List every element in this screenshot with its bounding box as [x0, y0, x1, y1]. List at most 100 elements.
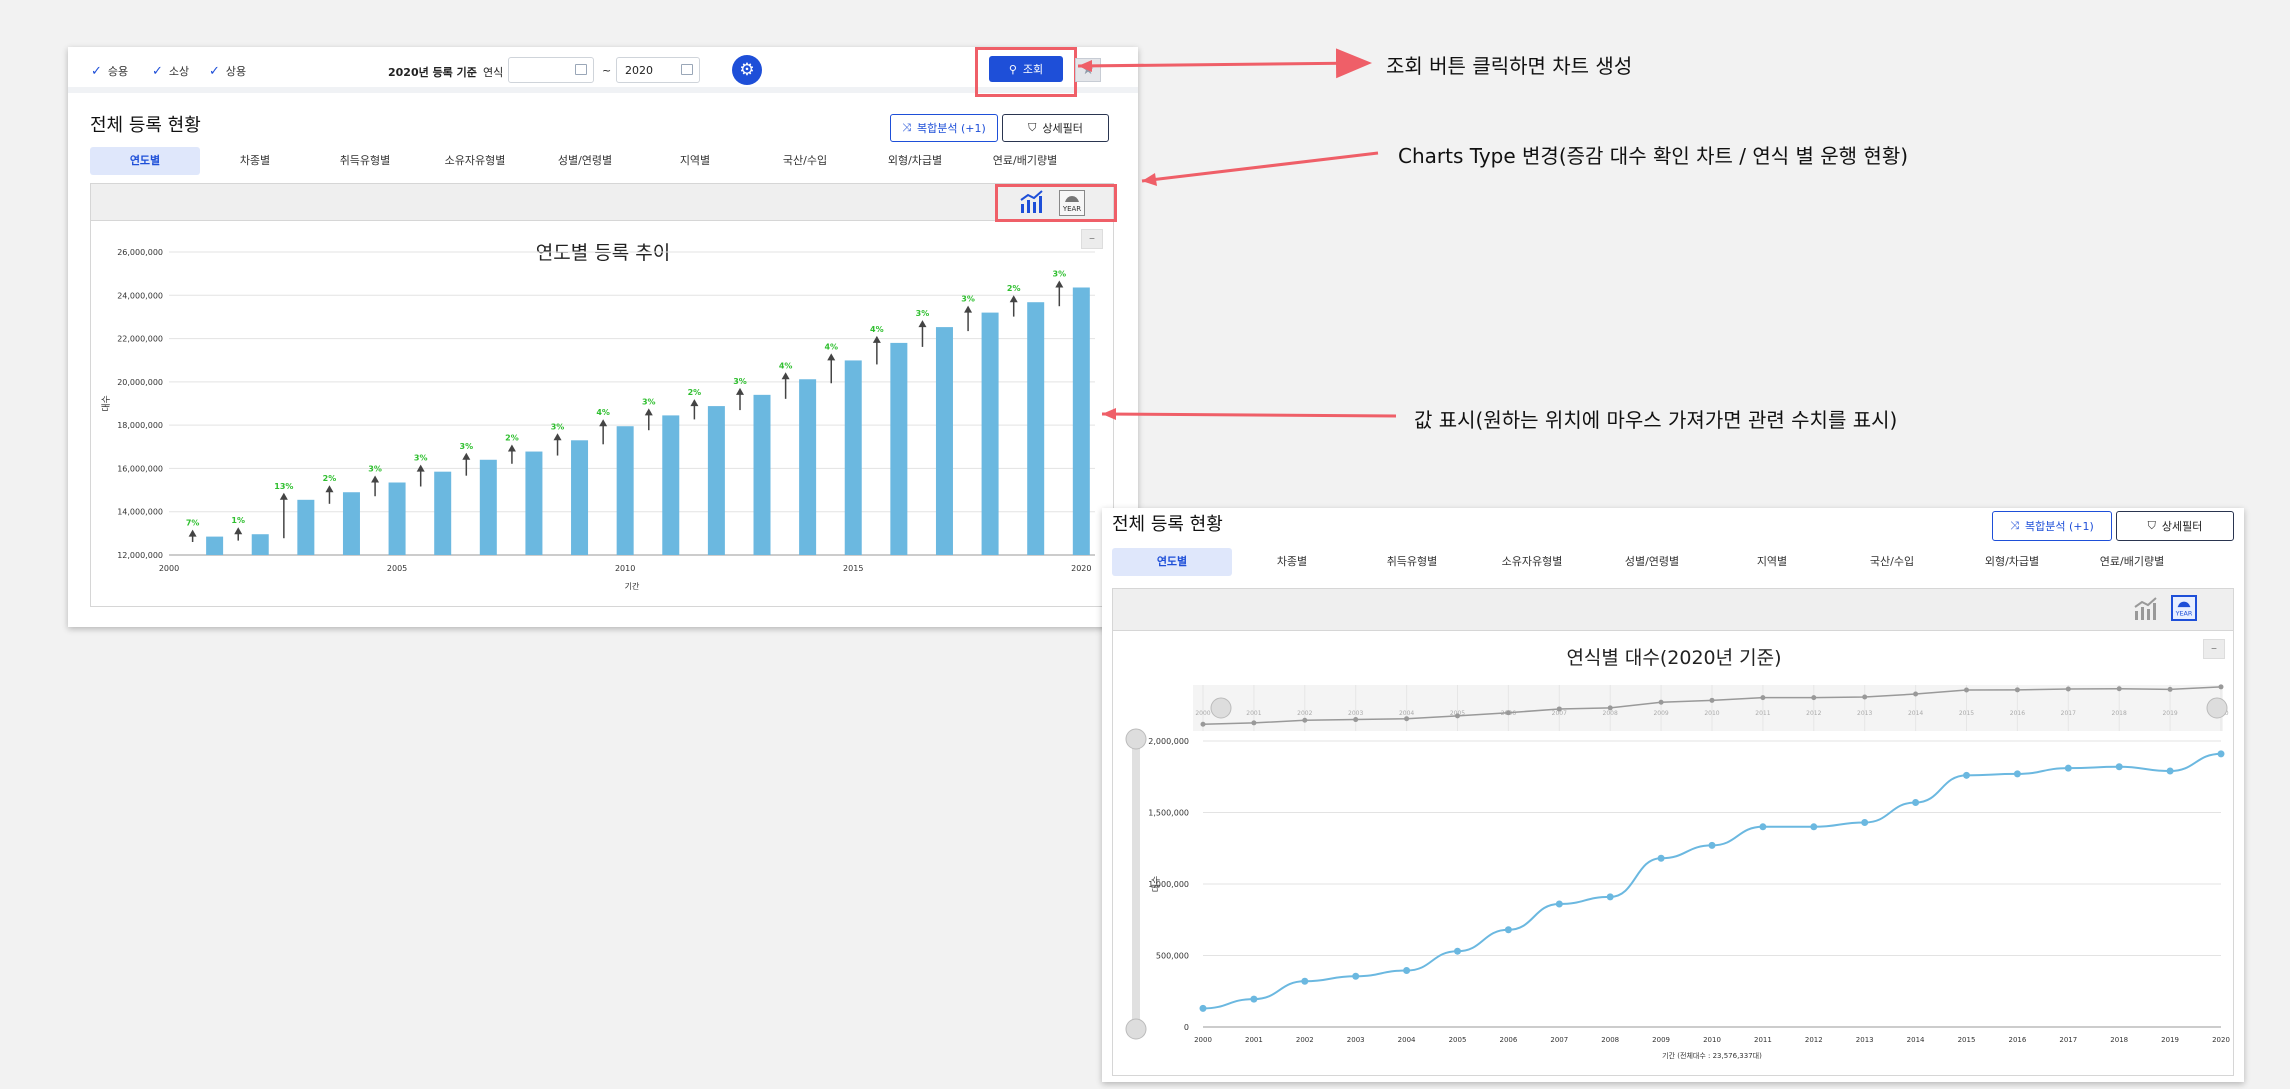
growth-label: 3%: [1053, 269, 1067, 278]
line-chart[interactable]: 2000 2001 2002 2003 2004 2005 2006 2007 2008 2009…: [1113, 589, 2235, 1077]
navigator-tick-label: 2013: [1857, 710, 1872, 717]
growth-label: 1%: [231, 516, 245, 525]
growth-arrow-head: [872, 335, 881, 343]
growth-arrow-head: [279, 492, 288, 500]
navigator-tick-label: 2004: [1399, 710, 1414, 717]
x-tick-label: 2018: [2110, 1036, 2128, 1044]
combined-analysis-button[interactable]: ⤨ 복합분석 (+1): [890, 114, 998, 142]
growth-label: 4%: [596, 408, 610, 417]
x-tick-label: 2014: [1907, 1036, 1925, 1044]
data-point: [1963, 771, 1970, 779]
growth-arrow-head: [964, 305, 973, 313]
tab-7[interactable]: 외형/차급별: [860, 147, 970, 175]
arrow-head: [1142, 173, 1157, 186]
model-year-label: 연식: [483, 66, 504, 79]
search-icon: ⚲: [1008, 62, 1017, 76]
bar: [981, 312, 999, 555]
navigator-point: [1404, 716, 1410, 722]
growth-arrow-head: [781, 372, 790, 380]
combined-analysis-button[interactable]: ⤨ 복합분석 (+1): [1992, 511, 2112, 541]
bar: [935, 327, 953, 555]
bar: [206, 536, 224, 555]
tab-6[interactable]: 국산/수입: [1832, 548, 1952, 576]
bar: [571, 440, 589, 555]
growth-label: 3%: [551, 422, 565, 431]
data-point: [1606, 893, 1614, 901]
tab-3[interactable]: 소유자유형별: [420, 147, 530, 175]
detail-filter-button[interactable]: ⛉ 상세필터: [1002, 114, 1109, 142]
annotation-arrow: [1141, 151, 1379, 183]
tab-4[interactable]: 성별/연령별: [1592, 548, 1712, 576]
growth-arrow-head: [1009, 295, 1018, 303]
navigator-point: [1505, 710, 1511, 716]
tab-1[interactable]: 차종별: [1232, 548, 1352, 576]
calendar-icon: [575, 64, 587, 75]
growth-arrow-head: [371, 475, 380, 483]
navigator-tick-label: 2019: [2162, 710, 2177, 717]
y-tick-label: 20,000,000: [117, 378, 163, 387]
tab-0[interactable]: 연도별: [90, 147, 200, 175]
checkbox-commercial[interactable]: ✓ 상용: [209, 63, 246, 79]
data-point: [2064, 764, 2072, 772]
tab-6[interactable]: 국산/수입: [750, 147, 860, 175]
vertical-scrollbar: [1132, 739, 1140, 1029]
tab-1[interactable]: 차종별: [200, 147, 310, 175]
tab-2[interactable]: 취득유형별: [310, 147, 420, 175]
navigator-tick-label: 2011: [1755, 710, 1770, 717]
tab-8[interactable]: 연료/배기량별: [970, 147, 1080, 175]
y-tick-label: 24,000,000: [117, 291, 163, 300]
navigator-tick-label: 2017: [2061, 710, 2076, 717]
search-button[interactable]: ⚲ 조회: [989, 56, 1063, 82]
navigator-point: [2116, 686, 2122, 692]
tab-2[interactable]: 취득유형별: [1352, 548, 1472, 576]
tab-4[interactable]: 성별/연령별: [530, 147, 640, 175]
growth-label: 4%: [824, 342, 838, 351]
bar-chart[interactable]: 12,000,000 14,000,000 16,000,000 18,000,000…: [91, 184, 1115, 608]
filter-icon: ⛉: [1028, 121, 1037, 134]
registration-panel-line: 전체 등록 현황 ⤨ 복합분석 (+1) ⛉ 상세필터 연도별 차종별 취득유형별 소유자…: [1102, 508, 2244, 1082]
x-tick-label: 2013: [1856, 1036, 1874, 1044]
data-point: [1861, 819, 1869, 827]
growth-arrow-head: [690, 399, 699, 407]
navigator-tick-label: 2003: [1348, 710, 1363, 717]
section-title: 전체 등록 현황: [90, 115, 201, 136]
tab-8[interactable]: 연료/배기량별: [2072, 548, 2192, 576]
growth-label: 2%: [688, 388, 702, 397]
growth-arrow-head: [918, 320, 927, 328]
tab-3[interactable]: 소유자유형별: [1472, 548, 1592, 576]
x-tick-label: 2007: [1550, 1036, 1568, 1044]
data-point: [1759, 823, 1767, 831]
settings-button[interactable]: ⚙: [732, 55, 762, 85]
y-tick-label: 500,000: [1156, 952, 1189, 961]
favorite-button[interactable]: ★: [1075, 58, 1101, 82]
date-from-input[interactable]: [508, 57, 594, 83]
tab-0[interactable]: 연도별: [1112, 548, 1232, 576]
navigator-tick-label: 2012: [1806, 710, 1821, 717]
bar: [890, 342, 908, 555]
x-tick-label: 2017: [2059, 1036, 2077, 1044]
date-to-input[interactable]: 2020: [616, 57, 700, 83]
navigator-point: [1353, 717, 1359, 723]
filter-toolbar: ✓ 승용 ✓ 소상 ✓ 상용 2020년 등록 기준 연식 ~ 2020 ⚙ ⚲ 조회 …: [68, 47, 1138, 97]
data-point: [1352, 972, 1360, 980]
tab-5[interactable]: 지역별: [640, 147, 750, 175]
checkbox-small[interactable]: ✓ 소상: [152, 63, 189, 79]
growth-label: 3%: [460, 442, 474, 451]
bar: [844, 360, 862, 555]
gear-icon: ⚙: [739, 60, 755, 80]
checkbox-passenger[interactable]: ✓ 승용: [91, 63, 128, 79]
navigator-point: [1455, 713, 1460, 719]
category-tabs: 연도별 차종별 취득유형별 소유자유형별 성별/연령별 지역별 국산/수입 외형/차급별 연료/…: [90, 147, 1080, 175]
series-line: [1202, 752, 2222, 1010]
navigator-point: [1251, 720, 1257, 726]
navigator-point: [1709, 697, 1715, 703]
x-tick-label: 2012: [1805, 1036, 1823, 1044]
y-axis-label: 대수: [1151, 876, 1162, 893]
section-title: 전체 등록 현황: [1112, 514, 1223, 535]
navigator-tick-label: 2014: [1908, 710, 1923, 717]
tab-5[interactable]: 지역별: [1712, 548, 1832, 576]
navigator-point: [1556, 706, 1562, 712]
detail-filter-button[interactable]: ⛉ 상세필터: [2116, 511, 2234, 541]
growth-label: 4%: [870, 325, 884, 334]
tab-7[interactable]: 외형/차급별: [1952, 548, 2072, 576]
